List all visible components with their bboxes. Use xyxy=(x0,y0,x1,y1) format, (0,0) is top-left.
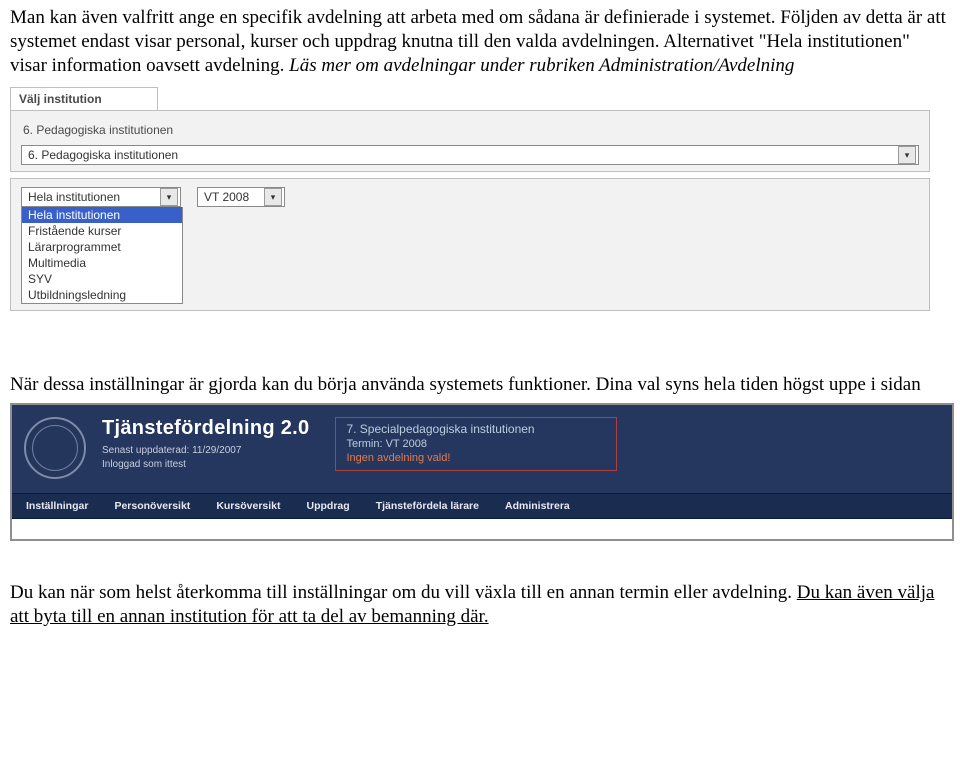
paragraph-1-italic: Läs mer om avdelningar under rubriken Ad… xyxy=(289,55,794,76)
list-item[interactable]: Utbildningsledning xyxy=(22,287,182,303)
chevron-down-icon: ▾ xyxy=(160,188,178,206)
menu-item-uppdrag[interactable]: Uppdrag xyxy=(307,500,350,512)
institution-select-value: 6. Pedagogiska institutionen xyxy=(28,148,178,162)
main-menu: Inställningar Personöversikt Kursöversik… xyxy=(12,493,952,519)
list-item[interactable]: Lärarprogrammet xyxy=(22,239,182,255)
chevron-down-icon: ▾ xyxy=(898,146,916,164)
chevron-down-icon: ▾ xyxy=(264,188,282,206)
university-seal-icon xyxy=(24,417,86,479)
institution-select[interactable]: 6. Pedagogiska institutionen ▾ xyxy=(21,145,919,165)
section-title: Välj institution xyxy=(10,87,158,110)
app-header-panel: Tjänstefördelning 2.0 Senast uppdaterad:… xyxy=(10,403,954,541)
menu-item-administrera[interactable]: Administrera xyxy=(505,500,570,512)
meta-logged-in: Inloggad som ittest xyxy=(102,458,309,472)
step-label: 6. Pedagogiska institutionen xyxy=(21,119,919,141)
title-block: Tjänstefördelning 2.0 Senast uppdaterad:… xyxy=(102,417,309,472)
department-listbox[interactable]: Hela institutionen Fristående kurser Lär… xyxy=(21,207,183,304)
menu-item-personoversikt[interactable]: Personöversikt xyxy=(114,500,190,512)
context-info-box: 7. Specialpedagogiska institutionen Term… xyxy=(335,417,617,471)
list-item[interactable]: SYV xyxy=(22,271,182,287)
menu-item-kursoversikt[interactable]: Kursöversikt xyxy=(216,500,280,512)
list-item[interactable]: Fristående kurser xyxy=(22,223,182,239)
term-select-value: VT 2008 xyxy=(204,190,249,204)
paragraph-2: När dessa inställningar är gjorda kan du… xyxy=(10,373,950,397)
meta-updated: Senast uppdaterad: 11/29/2007 xyxy=(102,444,309,458)
app-title: Tjänstefördelning 2.0 xyxy=(102,417,309,440)
context-institution: 7. Specialpedagogiska institutionen xyxy=(346,422,606,436)
department-select-value: Hela institutionen xyxy=(28,190,120,204)
menu-item-installningar[interactable]: Inställningar xyxy=(26,500,88,512)
department-select[interactable]: Hela institutionen ▾ xyxy=(21,187,181,207)
term-select[interactable]: VT 2008 ▾ xyxy=(197,187,285,207)
context-term: Termin: VT 2008 xyxy=(346,438,606,450)
list-item[interactable]: Multimedia xyxy=(22,255,182,271)
context-warning: Ingen avdelning vald! xyxy=(346,452,606,464)
settings-panel: Välj institution 6. Pedagogiska institut… xyxy=(10,87,930,311)
menu-item-tjanstefordela[interactable]: Tjänstefördela lärare xyxy=(376,500,479,512)
paragraph-1: Man kan även valfritt ange en specifik a… xyxy=(10,6,950,77)
department-select-group: Hela institutionen ▾ Hela institutionen … xyxy=(21,187,183,304)
paragraph-3: Du kan när som helst återkomma till inst… xyxy=(10,581,950,629)
paragraph-3a: Du kan när som helst återkomma till inst… xyxy=(10,582,797,603)
filters-section: Hela institutionen ▾ Hela institutionen … xyxy=(10,178,930,311)
list-item[interactable]: Hela institutionen xyxy=(22,207,182,223)
institution-section: 6. Pedagogiska institutionen 6. Pedagogi… xyxy=(10,110,930,172)
